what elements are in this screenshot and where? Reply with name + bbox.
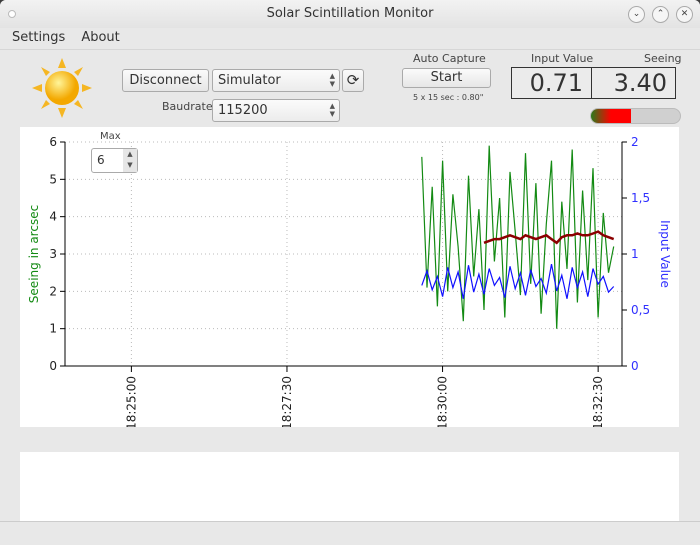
y-axis-label: Seeing in arcsec — [27, 205, 41, 303]
max-label: Max — [100, 131, 121, 142]
seeing-level-bar — [590, 108, 681, 124]
y-tick-label: 2 — [49, 284, 57, 298]
y2-tick-label: 1,5 — [631, 191, 650, 205]
log-panel — [20, 452, 679, 522]
menu-settings[interactable]: Settings — [12, 28, 65, 49]
y2-axis-label: Input Value — [658, 220, 672, 288]
refresh-ports-button[interactable]: ⟳ — [342, 69, 364, 92]
capture-info: 5 x 15 sec : 0.80" — [413, 93, 484, 102]
max-spinbox[interactable]: 6 ▲ ▼ — [91, 148, 138, 173]
seeing-level-fill — [591, 109, 632, 123]
maximize-button[interactable]: ⌃ — [652, 6, 669, 23]
baudrate-select[interactable]: 115200 ▲ ▼ — [212, 99, 340, 122]
refresh-icon: ⟳ — [346, 71, 360, 89]
y2-tick-label: 0 — [631, 359, 639, 373]
disconnect-button[interactable]: Disconnect — [122, 69, 209, 92]
port-value: Simulator — [218, 73, 281, 88]
spin-arrows-icon: ▲ ▼ — [329, 102, 335, 118]
y2-tick-label: 1 — [631, 247, 639, 261]
status-bar — [0, 521, 700, 545]
y-tick-label: 4 — [49, 210, 57, 224]
y-tick-label: 1 — [49, 322, 57, 336]
y2-tick-label: 0,5 — [631, 303, 650, 317]
input-value-display: 0.71 — [511, 67, 592, 99]
menu-bar: Settings About — [0, 28, 700, 50]
x-tick-label: 18:32:30 — [591, 376, 605, 427]
seeing-label: Seeing — [644, 52, 682, 65]
baudrate-value: 115200 — [218, 103, 268, 118]
x-tick-label: 18:25:00 — [124, 376, 138, 427]
y2-tick-label: 2 — [631, 135, 639, 149]
title-bar: Solar Scintillation Monitor ⌄ ⌃ ✕ — [0, 0, 700, 28]
x-tick-label: 18:30:00 — [436, 376, 450, 427]
baudrate-label: Baudrate — [162, 100, 213, 113]
y-tick-label: 5 — [49, 172, 57, 186]
main-window: Solar Scintillation Monitor ⌄ ⌃ ✕ Settin… — [0, 0, 700, 545]
y-tick-label: 0 — [49, 359, 57, 373]
close-button[interactable]: ✕ — [676, 6, 693, 23]
seeing-display: 3.40 — [591, 67, 676, 99]
minimize-button[interactable]: ⌄ — [628, 6, 645, 23]
start-button[interactable]: Start — [402, 68, 491, 88]
y-tick-label: 6 — [49, 135, 57, 149]
chart-panel: 0 1 2 3 4 5 6 0 0,5 1 1,5 2 18:25:00 18:27:30 18:30:00… — [20, 127, 679, 430]
spin-arrows-icon[interactable]: ▲ ▼ — [123, 149, 137, 172]
port-select[interactable]: Simulator ▲ ▼ — [212, 69, 340, 92]
x-tick-label: 18:27:30 — [280, 376, 294, 427]
input-value-label: Input Value — [531, 52, 594, 65]
window-title: Solar Scintillation Monitor — [266, 6, 434, 21]
window-menu-dot[interactable] — [8, 10, 16, 18]
seeing-average-line — [483, 230, 615, 245]
spin-arrows-icon: ▲ ▼ — [329, 72, 335, 88]
sun-icon — [32, 58, 92, 118]
auto-capture-label: Auto Capture — [413, 52, 486, 65]
menu-about[interactable]: About — [81, 28, 119, 49]
max-value: 6 — [97, 153, 105, 167]
y-tick-label: 3 — [49, 247, 57, 261]
